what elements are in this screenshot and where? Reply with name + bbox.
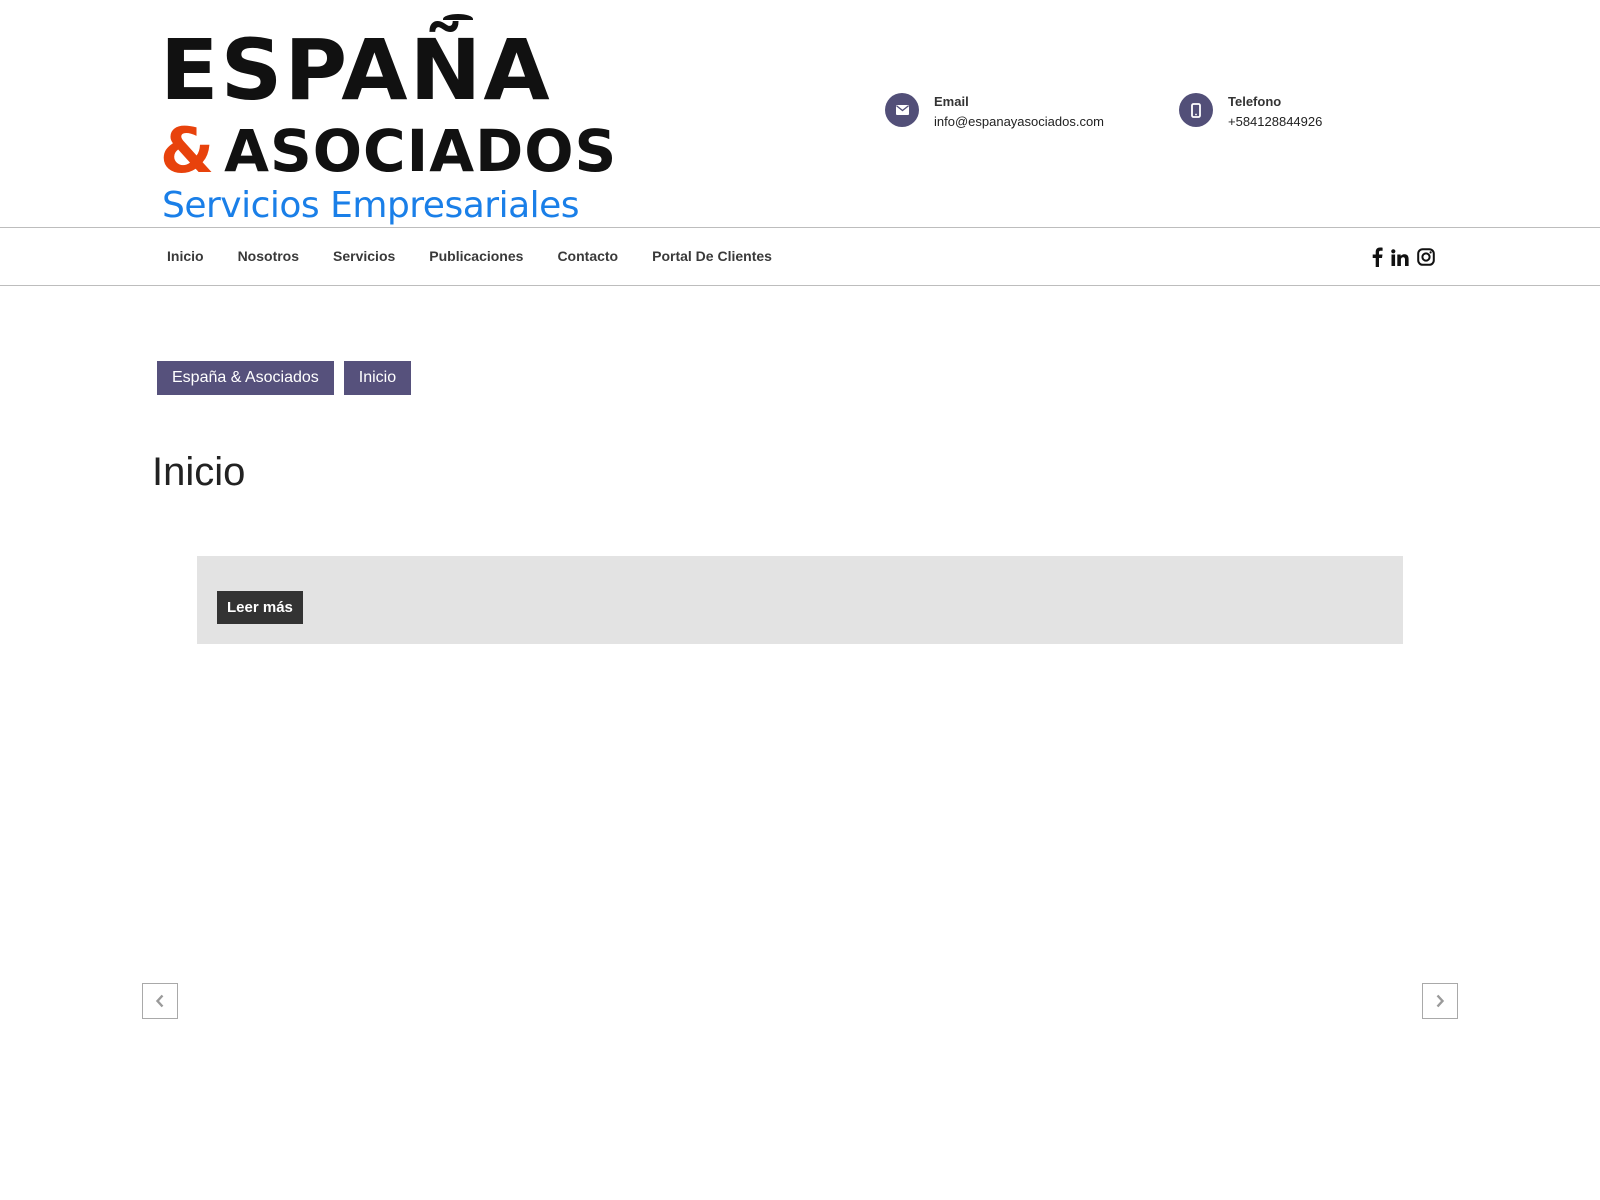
contact-phone: Telefono +584128844926 <box>1179 92 1322 132</box>
email-label: Email <box>934 94 969 109</box>
facebook-icon[interactable] <box>1372 247 1383 267</box>
phone-value[interactable]: +584128844926 <box>1228 112 1322 132</box>
logo-asociados: ASOCIADOS <box>224 117 618 185</box>
contact-email: Email info@espanayasociados.com <box>885 92 1104 132</box>
main-navbar: Inicio Nosotros Servicios Publicaciones … <box>0 227 1600 286</box>
slider-slide: Leer más <box>197 556 1403 644</box>
nav-item-publicaciones[interactable]: Publicaciones <box>412 228 540 285</box>
nav-item-nosotros[interactable]: Nosotros <box>221 228 316 285</box>
envelope-icon <box>885 93 919 127</box>
logo-line-1: ESPAÑA <box>160 21 552 119</box>
nav-item-portal-de-clientes[interactable]: Portal De Clientes <box>635 228 789 285</box>
instagram-icon[interactable] <box>1417 248 1435 266</box>
site-logo[interactable]: ESPAÑA & ASOCIADOS Servicios Empresariale… <box>160 14 616 226</box>
read-more-button[interactable]: Leer más <box>217 591 303 624</box>
social-links <box>1372 245 1443 269</box>
main-nav: Inicio Nosotros Servicios Publicaciones … <box>150 228 789 285</box>
breadcrumb-item-home[interactable]: España & Asociados <box>157 361 334 395</box>
logo-ampersand: & <box>160 114 215 187</box>
mobile-phone-icon <box>1179 93 1213 127</box>
breadcrumb: España & Asociados Inicio <box>157 361 421 395</box>
phone-label: Telefono <box>1228 94 1282 109</box>
nav-item-servicios[interactable]: Servicios <box>316 228 412 285</box>
page-title: Inicio <box>152 450 246 494</box>
slider-next-button[interactable] <box>1422 983 1458 1019</box>
nav-item-inicio[interactable]: Inicio <box>150 228 221 285</box>
linkedin-icon[interactable] <box>1391 248 1409 266</box>
email-value[interactable]: info@espanayasociados.com <box>934 112 1104 132</box>
nav-item-contacto[interactable]: Contacto <box>540 228 635 285</box>
logo-line-2: & ASOCIADOS <box>160 114 618 187</box>
breadcrumb-item-current: Inicio <box>343 361 412 395</box>
chevron-right-icon <box>1436 994 1445 1008</box>
logo-tagline: Servicios Empresariales <box>162 185 580 226</box>
chevron-left-icon <box>155 994 164 1008</box>
slider-prev-button[interactable] <box>142 983 178 1019</box>
